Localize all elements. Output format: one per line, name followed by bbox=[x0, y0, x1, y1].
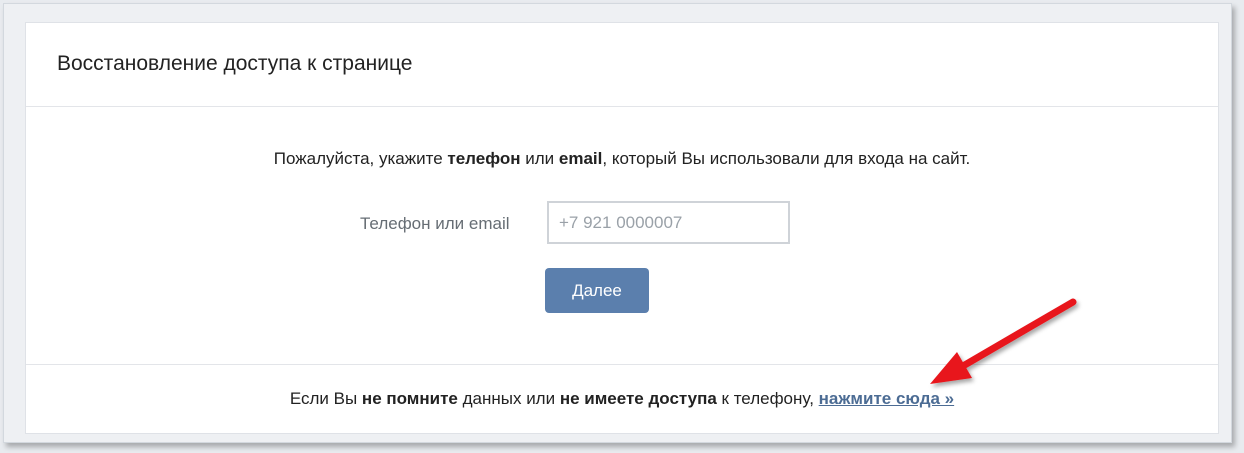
footer-part3: к телефону, bbox=[716, 389, 819, 408]
screenshot-frame: Восстановление доступа к странице Пожалу… bbox=[3, 3, 1232, 443]
instruction-part1: Пожалуйста, укажите bbox=[273, 149, 448, 168]
instruction-part2: или bbox=[520, 149, 559, 168]
instruction-part3: , который Вы использовали для входа на с… bbox=[602, 149, 971, 168]
instruction-bold-email: email bbox=[558, 149, 603, 168]
card-footer: Если Вы не помните данных или не имеете … bbox=[26, 364, 1218, 433]
phone-or-email-input[interactable] bbox=[547, 201, 790, 244]
phone-field-label: Телефон или email bbox=[360, 214, 510, 233]
footer-bold-no-access: не имеете доступа bbox=[559, 389, 717, 408]
footer-part1: Если Вы bbox=[289, 389, 362, 408]
click-here-link[interactable]: нажмите сюда » bbox=[819, 389, 954, 408]
instruction-bold-phone: телефон bbox=[447, 149, 521, 168]
instruction-text: Пожалуйста, укажите телефон или email, к… bbox=[26, 149, 1218, 169]
footer-bold-not-remember: не помните bbox=[361, 389, 458, 408]
footer-text: Если Вы не помните данных или не имеете … bbox=[26, 389, 1218, 409]
card-header: Восстановление доступа к странице bbox=[26, 23, 1218, 107]
page-title: Восстановление доступа к странице bbox=[57, 52, 413, 75]
restore-access-card: Восстановление доступа к странице Пожалу… bbox=[25, 22, 1219, 434]
next-button[interactable]: Далее bbox=[545, 268, 649, 313]
footer-part2: данных или bbox=[457, 389, 560, 408]
